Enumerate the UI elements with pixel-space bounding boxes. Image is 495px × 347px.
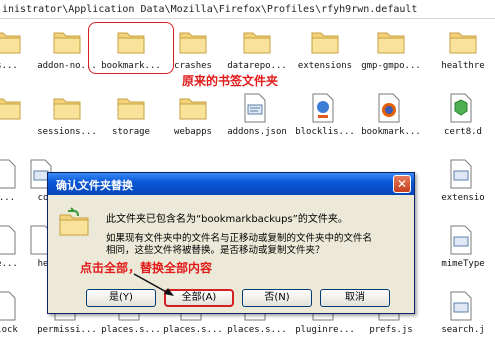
file-item[interactable]: extensio — [428, 153, 495, 209]
item-label: webapps — [174, 127, 212, 137]
folder-item[interactable]: sessions... — [32, 87, 102, 143]
address-bar[interactable]: inistrator\Application Data\Mozilla\Fire… — [0, 0, 495, 19]
file-item[interactable]: blocklis... — [290, 87, 360, 143]
folder-icon — [242, 27, 272, 57]
dialog-detail-line-2: 相同，这些文件将被替换。是否移动或复制文件夹？ — [106, 245, 325, 256]
json-file-icon — [448, 159, 478, 189]
item-label: permissi... — [37, 325, 97, 335]
folder-item[interactable]: webapps — [158, 87, 228, 143]
file-icon — [448, 225, 478, 255]
file-item[interactable]: cert8.d — [428, 87, 495, 143]
folder-item[interactable]: healthre — [428, 21, 495, 77]
cancel-button[interactable]: 取消 — [320, 289, 390, 307]
bookmark-highlight-outline — [88, 22, 174, 74]
folder-icon — [178, 93, 208, 123]
item-label: prefs.js — [369, 325, 413, 335]
certificate-file-icon — [448, 93, 478, 123]
item-label: storage — [112, 127, 150, 137]
dialog-message: 此文件夹已包含名为“bookmarkbackups”的文件夹。 — [106, 214, 348, 225]
item-label: mimeType — [441, 259, 485, 269]
folder-icon — [0, 93, 22, 123]
confirm-folder-replace-dialog: 确认文件夹替换 ✕ 此文件夹已包含名为“bookmarkbackups”的文件夹… — [47, 172, 415, 314]
folder-item[interactable]: gmp-gmpo... — [356, 21, 426, 77]
json-file-icon — [448, 291, 478, 321]
folder-icon — [116, 93, 146, 123]
item-label: addons.json — [227, 127, 287, 137]
folder-item[interactable]: datarepo... — [222, 21, 292, 77]
item-label: extensio — [441, 193, 485, 203]
close-button[interactable]: ✕ — [393, 175, 411, 193]
folder-move-icon — [58, 207, 90, 237]
item-label: bookmark... — [361, 127, 421, 137]
folder-icon — [448, 27, 478, 57]
dialog-titlebar[interactable]: 确认文件夹替换 ✕ — [48, 173, 414, 195]
folder-annotation: 原来的书签文件夹 — [182, 74, 279, 88]
json-file-icon — [242, 93, 272, 123]
item-label: places.s... — [101, 325, 161, 335]
dialog-title: 确认文件夹替换 — [56, 179, 133, 192]
item-label: places.s... — [227, 325, 287, 335]
item-label: blocklis... — [295, 127, 355, 137]
item-label: sessions... — [37, 127, 97, 137]
item-label: datarepo... — [227, 61, 287, 71]
pointer-arrow — [133, 273, 174, 296]
file-item[interactable]: bookmark... — [356, 87, 426, 143]
folder-icon — [52, 93, 82, 123]
folder-icon — [310, 27, 340, 57]
firefox-file-icon — [376, 93, 406, 123]
file-item[interactable]: addons.json — [222, 87, 292, 143]
folder-item[interactable]: extensions — [290, 21, 360, 77]
file-item[interactable]: search.j — [428, 285, 495, 341]
item-label: places.s... — [163, 325, 223, 335]
folder-icon — [0, 27, 22, 57]
xml-file-icon — [310, 93, 340, 123]
item-label: extensions — [297, 61, 353, 71]
item-label: search.j — [441, 325, 485, 335]
file-item[interactable]: mimeType — [428, 219, 495, 275]
no-button[interactable]: 否(N) — [242, 289, 312, 307]
item-label: healthre — [441, 61, 485, 71]
item-label: cert8.d — [444, 127, 482, 137]
item-label: pluginre... — [295, 325, 355, 335]
folder-icon — [178, 27, 208, 57]
file-icon — [0, 291, 22, 321]
folder-item[interactable]: storage — [96, 87, 166, 143]
item-label: gmp-gmpo... — [361, 61, 421, 71]
folder-icon — [52, 27, 82, 57]
folder-icon — [376, 27, 406, 57]
